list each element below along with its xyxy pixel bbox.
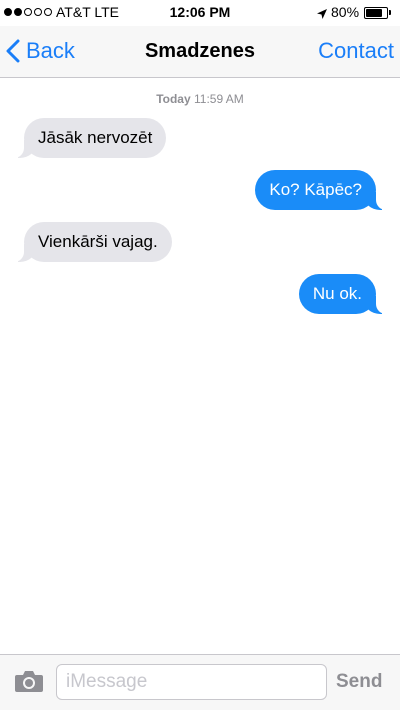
- message-bubble-incoming[interactable]: Vienkārši vajag.: [10, 222, 172, 262]
- location-arrow-icon: [316, 7, 328, 23]
- message-text: Vienkārši vajag.: [38, 232, 158, 251]
- timestamp-day: Today: [156, 92, 191, 106]
- battery-percent: 80%: [331, 4, 360, 20]
- status-bar: AT&T LTE 12:06 PM 80%: [0, 0, 400, 26]
- camera-icon[interactable]: [14, 669, 44, 698]
- back-label: Back: [26, 38, 75, 63]
- message-bubble-outgoing[interactable]: Ko? Kāpēc?: [255, 170, 390, 210]
- message-bubble-incoming[interactable]: Jāsāk nervozēt: [9, 118, 167, 158]
- timestamp-time: 11:59 AM: [193, 92, 244, 106]
- imessage-input[interactable]: [56, 664, 327, 700]
- message-bubble-outgoing[interactable]: Nu ok.: [298, 274, 391, 314]
- message-text: Nu ok.: [312, 284, 362, 303]
- message-text: Ko? Kāpēc?: [269, 180, 362, 199]
- send-button[interactable]: Send: [336, 671, 382, 693]
- back-button[interactable]: Back: [6, 38, 75, 64]
- navigation-bar: Back Smadzenes Contact: [0, 26, 400, 78]
- battery-icon: [364, 7, 388, 19]
- battery-tip: [389, 10, 391, 15]
- message-composer: Send: [0, 654, 400, 710]
- conversation-timestamp: Today 11:59 AM: [0, 92, 400, 106]
- chevron-left-icon: [6, 39, 20, 63]
- message-list: Today 11:59 AM Jāsāk nervozēt Ko? Kāpēc?…: [0, 78, 400, 654]
- contact-button[interactable]: Contact: [318, 38, 394, 64]
- message-text: Jāsāk nervozēt: [38, 128, 153, 147]
